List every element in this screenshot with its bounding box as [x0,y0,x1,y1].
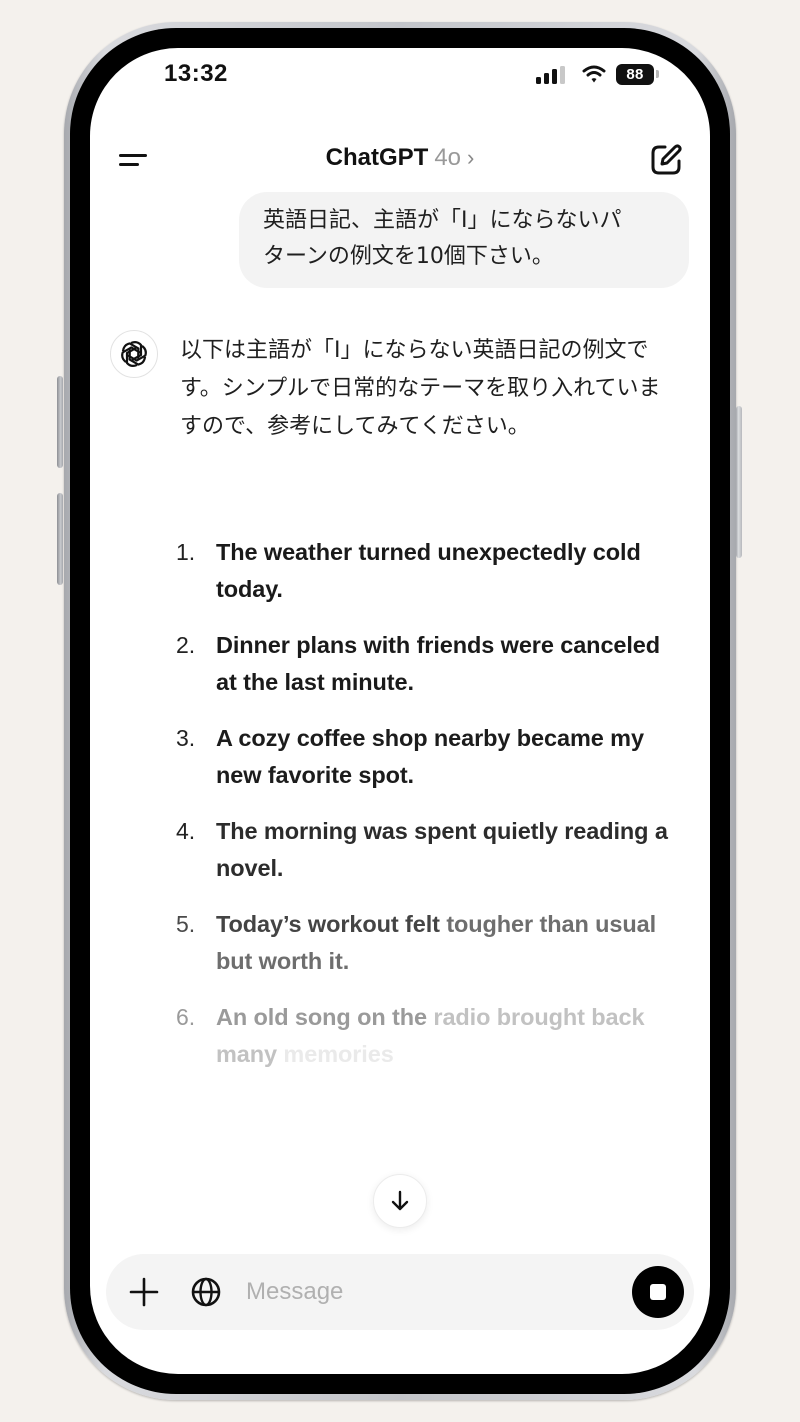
user-message-line: 英語日記、主語が「I」にならないパ [263,208,622,233]
battery-indicator: 88 [616,63,659,85]
example-sentence: The weather turned unexpectedly cold tod… [216,534,676,608]
power-button [736,406,742,558]
app-header: ChatGPT 4o › [90,138,710,182]
cellular-signal-icon [536,66,565,84]
assistant-avatar [110,330,158,378]
model-name: 4o [434,144,462,171]
example-number: 4. [176,818,196,844]
user-message-bubble: 英語日記、主語が「I」にならないパ ターンの例文を10個下さい。 [239,192,689,288]
example-sentence-segment: memories [277,1041,394,1067]
stop-generating-button[interactable] [632,1266,684,1318]
volume-up-button [57,376,63,468]
wifi-icon [582,65,606,83]
example-list-item: 6. An old song on the radio brought back … [176,999,676,1073]
volume-down-button [57,493,63,585]
example-sentence-segment: The morning was spent quietly reading a … [216,818,668,881]
example-number: 3. [176,725,196,751]
model-selector[interactable]: ChatGPT 4o › [90,144,710,172]
example-list-item: 3. A cozy coffee shop nearby became my ne… [176,720,676,794]
example-sentence-segment: An old song on the [216,1004,434,1030]
new-chat-button[interactable] [648,142,684,178]
example-list-item: 2. Dinner plans with friends were cancele… [176,627,676,701]
arrow-down-icon [391,1190,409,1211]
example-number: 2. [176,632,196,658]
example-sentence-segment: A cozy coffee shop nearby became my new … [216,725,644,788]
scroll-to-bottom-button[interactable] [373,1174,427,1228]
stop-icon [650,1284,666,1300]
assistant-intro-text: 以下は主語が「I」にならない英語日記の例文です。シンプルで日常的なテーマを取り入… [180,338,661,439]
example-sentence: A cozy coffee shop nearby became my new … [216,720,676,794]
battery-level: 88 [616,63,654,85]
phone-screen: 13:32 88 ChatGPT 4o › 英語日記、主語が「I」にならないパ … [90,48,710,1374]
example-sentence-segment: The weather turned unexpectedly cold tod… [216,539,641,602]
example-sentence: An old song on the radio brought back ma… [216,999,676,1073]
status-bar: 13:32 88 [90,48,710,106]
web-search-globe-button[interactable] [190,1276,222,1308]
example-sentence-list: 1. The weather turned unexpectedly cold t… [176,534,676,1092]
example-sentence: The morning was spent quietly reading a … [216,813,676,887]
example-number: 5. [176,911,196,937]
chevron-right-icon: › [467,145,475,170]
example-list-item: 1. The weather turned unexpectedly cold t… [176,534,676,608]
example-number: 6. [176,1004,196,1030]
example-sentence-segment: Dinner plans with friends were canceled … [216,632,661,695]
app-title: ChatGPT [325,144,429,171]
message-composer [106,1254,694,1330]
example-number: 1. [176,539,196,565]
example-list-item: 5. Today’s workout felt tougher than usua… [176,906,676,980]
attach-plus-button[interactable] [128,1276,160,1308]
example-list-item: 4. The morning was spent quietly reading … [176,813,676,887]
battery-tip [656,70,659,78]
example-sentence: Today’s workout felt tougher than usual … [216,906,676,980]
openai-logo-icon [121,341,147,367]
status-time: 13:32 [164,60,228,87]
example-sentence-segment: Today’s workout felt [216,911,447,937]
user-message-line: ターンの例文を10個下さい。 [263,244,554,269]
example-sentence: Dinner plans with friends were canceled … [216,627,676,701]
message-input[interactable] [246,1272,606,1312]
